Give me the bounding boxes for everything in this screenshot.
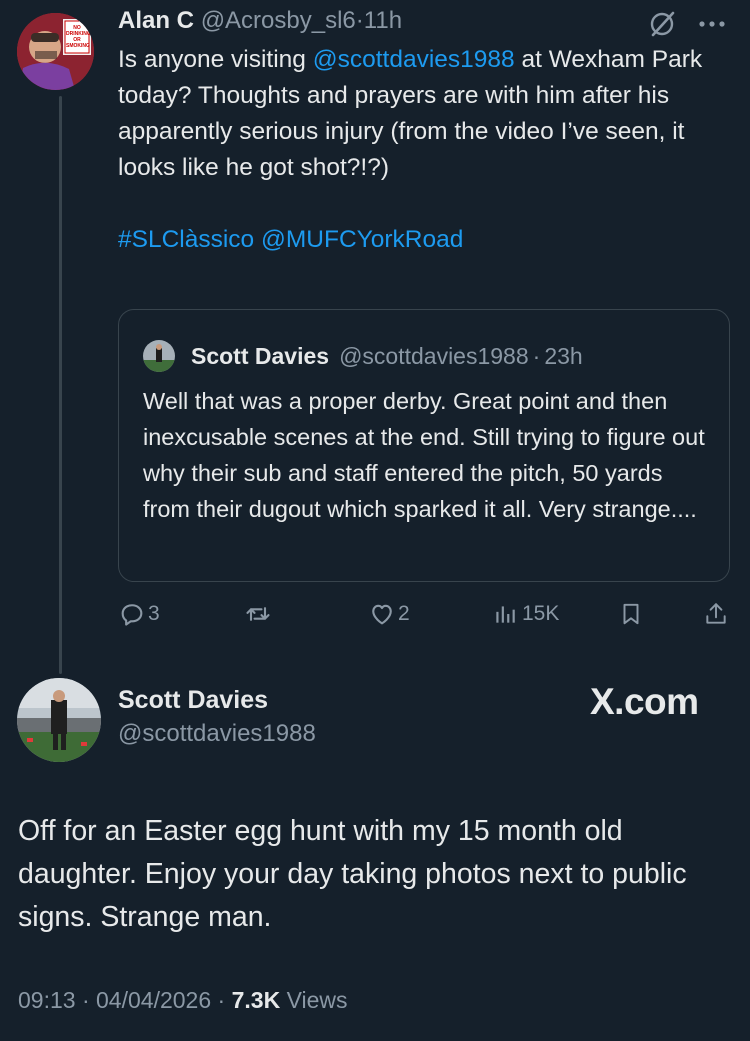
quoted-separator: · bbox=[532, 343, 541, 369]
quoted-tweet-time: 23h bbox=[544, 343, 583, 369]
retweet-button[interactable] bbox=[244, 600, 272, 628]
x-brand-logo: X.com bbox=[590, 681, 699, 722]
hashtag-link[interactable]: #SLClàssico bbox=[118, 226, 254, 253]
mention-link[interactable]: @scottdavies1988 bbox=[313, 46, 515, 73]
quoted-tweet-card[interactable]: Scott Davies @scottdavies1988 · 23h Well t… bbox=[118, 309, 730, 582]
grok-icon[interactable] bbox=[648, 9, 678, 39]
author-name[interactable]: Alan C bbox=[118, 7, 194, 34]
meta-separator: · bbox=[81, 987, 90, 1013]
reply-text-part1: Is anyone visiting bbox=[118, 46, 313, 73]
tweet-time[interactable]: 11h bbox=[364, 7, 402, 34]
reply-count: 3 bbox=[148, 602, 160, 625]
more-icon[interactable] bbox=[696, 10, 730, 38]
tweet-date[interactable]: 04/04/2026 bbox=[96, 987, 211, 1013]
avatar[interactable]: NO DRINKING OR SMOKING bbox=[17, 13, 94, 90]
quoted-avatar bbox=[143, 340, 175, 372]
views-icon bbox=[492, 600, 518, 628]
meta-separator-2: · bbox=[217, 987, 226, 1013]
views-label: Views bbox=[286, 987, 348, 1013]
reply-icon bbox=[118, 600, 146, 628]
mention-link-2[interactable]: @MUFCYorkRoad bbox=[261, 226, 463, 253]
bookmark-button[interactable] bbox=[618, 600, 644, 628]
thread-connector-line bbox=[59, 96, 62, 674]
main-avatar[interactable] bbox=[17, 678, 101, 762]
like-icon bbox=[368, 600, 396, 628]
retweet-icon bbox=[244, 600, 272, 628]
author-handle[interactable]: @Acrosby_sl6 bbox=[201, 7, 356, 34]
like-button[interactable]: 2 bbox=[368, 600, 410, 628]
avatar-sign-text: NO DRINKING OR SMOKING bbox=[66, 25, 91, 49]
reply-tweet-text: Is anyone visiting @scottdavies1988 at W… bbox=[118, 42, 718, 258]
quoted-tweet-header: Scott Davies @scottdavies1988 · 23h bbox=[143, 340, 583, 372]
main-author-name[interactable]: Scott Davies bbox=[118, 686, 268, 715]
views-button[interactable]: 15K bbox=[492, 600, 559, 628]
tweet-meta: 09:13 · 04/04/2026 · 7.3K Views bbox=[18, 987, 348, 1014]
share-icon bbox=[703, 600, 729, 628]
quoted-author-handle: @scottdavies1988 bbox=[339, 343, 529, 369]
share-button[interactable] bbox=[703, 600, 729, 628]
tweet-action-bar: 3 2 15K bbox=[0, 600, 750, 636]
main-author-handle[interactable]: @scottdavies1988 bbox=[118, 720, 316, 748]
reply-button[interactable]: 3 bbox=[118, 600, 160, 628]
header-separator: · bbox=[355, 7, 364, 34]
reply-tweet-header: Alan C @Acrosby_sl6·11h bbox=[118, 6, 402, 36]
views-count: 15K bbox=[522, 602, 560, 625]
like-count: 2 bbox=[398, 602, 410, 625]
bookmark-icon bbox=[618, 600, 644, 628]
views-count-main: 7.3K bbox=[231, 987, 281, 1013]
main-tweet-text: Off for an Easter egg hunt with my 15 mo… bbox=[18, 815, 687, 933]
quoted-author-name: Scott Davies bbox=[191, 343, 330, 369]
tweet-time[interactable]: 09:13 bbox=[18, 987, 76, 1013]
quoted-tweet-text: Well that was a proper derby. Great poin… bbox=[143, 388, 705, 522]
